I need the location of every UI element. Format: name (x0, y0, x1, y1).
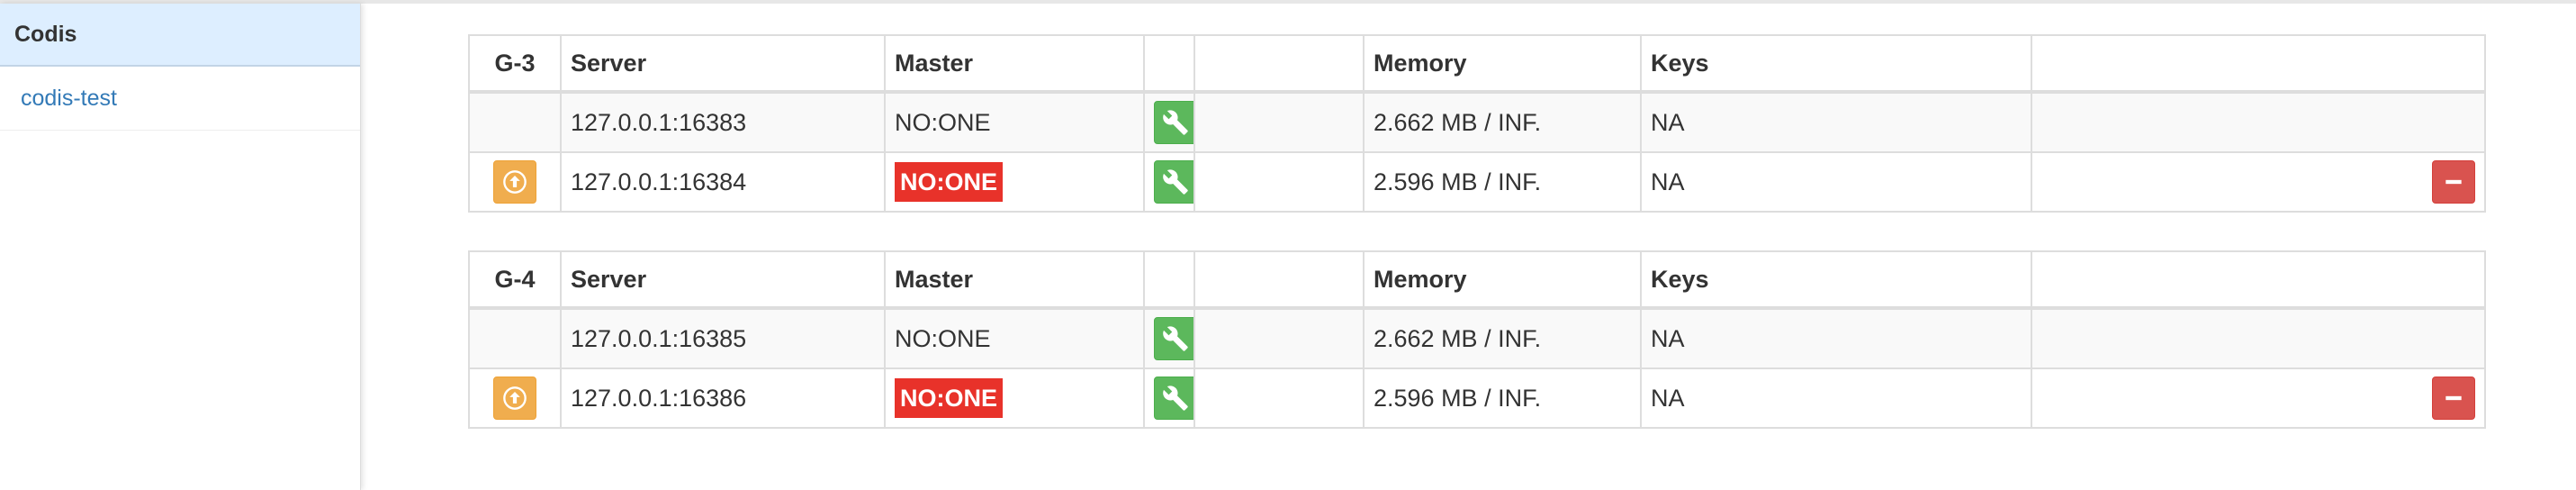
remove-cell (2031, 368, 2486, 429)
column-header-remove (2031, 34, 2486, 94)
master-cell: NO:ONE (884, 151, 1145, 213)
master-value: NO:ONE (884, 307, 1145, 369)
wrench-button[interactable] (1154, 377, 1193, 420)
top-border (0, 0, 2576, 4)
group-panel-g4: G-4 Server Master Memory Keys 127.0.0.1:… (468, 250, 2486, 429)
table-header: G-3 Server Master Memory Keys (468, 34, 2486, 94)
table-row: 127.0.0.1:16385 NO:ONE 2.662 MB / INF. N… (468, 307, 2486, 369)
column-header-remove (2031, 250, 2486, 310)
server-address: 127.0.0.1:16385 (560, 307, 886, 369)
column-header-keys: Keys (1640, 250, 2032, 310)
blank-cell (1193, 368, 1365, 429)
master-cell: NO:ONE (884, 368, 1145, 429)
remove-cell (2031, 151, 2486, 213)
wrench-icon (1163, 169, 1188, 195)
table-row: 127.0.0.1:16383 NO:ONE 2.662 MB / INF. N… (468, 91, 2486, 153)
minus-icon (2445, 179, 2462, 185)
table-row: 127.0.0.1:16384 NO:ONE 2.596 MB / INF. N… (468, 151, 2486, 213)
minus-icon (2445, 395, 2462, 401)
table-header: G-4 Server Master Memory Keys (468, 250, 2486, 310)
promote-icon (503, 386, 527, 410)
keys-value: NA (1640, 91, 2032, 153)
master-badge: NO:ONE (895, 378, 1003, 418)
table-row: 127.0.0.1:16386 NO:ONE 2.596 MB / INF. N… (468, 368, 2486, 429)
group-id: G-3 (468, 34, 562, 94)
server-address: 127.0.0.1:16383 (560, 91, 886, 153)
memory-value: 2.596 MB / INF. (1363, 151, 1642, 213)
blank-cell (1193, 151, 1365, 213)
blank-cell (1193, 307, 1365, 369)
column-header-master: Master (884, 34, 1145, 94)
group-id: G-4 (468, 250, 562, 310)
remove-server-button[interactable] (2432, 377, 2475, 420)
column-header-server: Server (560, 34, 886, 94)
column-header-blank (1193, 250, 1365, 310)
promote-cell (468, 368, 562, 429)
sidebar-item-codis-test[interactable]: codis-test (0, 67, 360, 131)
column-header-master: Master (884, 250, 1145, 310)
keys-value: NA (1640, 151, 2032, 213)
blank-cell (1193, 91, 1365, 153)
column-header-memory: Memory (1363, 250, 1642, 310)
action-cell (1143, 307, 1195, 369)
wrench-icon (1163, 326, 1188, 351)
memory-value: 2.596 MB / INF. (1363, 368, 1642, 429)
group-panel-g3: G-3 Server Master Memory Keys 127.0.0.1:… (468, 34, 2486, 213)
group-table: G-4 Server Master Memory Keys 127.0.0.1:… (468, 250, 2486, 429)
remove-server-button[interactable] (2432, 160, 2475, 204)
column-header-blank (1193, 34, 1365, 94)
promote-cell (468, 91, 562, 153)
column-header-memory: Memory (1363, 34, 1642, 94)
keys-value: NA (1640, 368, 2032, 429)
memory-value: 2.662 MB / INF. (1363, 91, 1642, 153)
memory-value: 2.662 MB / INF. (1363, 307, 1642, 369)
wrench-button[interactable] (1154, 317, 1193, 360)
server-address: 127.0.0.1:16386 (560, 368, 886, 429)
promote-button[interactable] (493, 160, 536, 204)
action-cell (1143, 151, 1195, 213)
promote-cell (468, 307, 562, 369)
promote-icon (503, 170, 527, 194)
group-table: G-3 Server Master Memory Keys 127.0.0.1:… (468, 34, 2486, 213)
server-address: 127.0.0.1:16384 (560, 151, 886, 213)
keys-value: NA (1640, 307, 2032, 369)
master-value: NO:ONE (884, 91, 1145, 153)
remove-cell (2031, 307, 2486, 369)
column-header-action (1143, 34, 1195, 94)
column-header-server: Server (560, 250, 886, 310)
master-badge: NO:ONE (895, 162, 1003, 202)
promote-button[interactable] (493, 377, 536, 420)
column-header-action (1143, 250, 1195, 310)
remove-cell (2031, 91, 2486, 153)
wrench-icon (1163, 110, 1188, 135)
wrench-button[interactable] (1154, 101, 1193, 144)
action-cell (1143, 91, 1195, 153)
column-header-keys: Keys (1640, 34, 2032, 94)
wrench-icon (1163, 386, 1188, 411)
wrench-button[interactable] (1154, 160, 1193, 204)
promote-cell (468, 151, 562, 213)
sidebar: Codis codis-test (0, 4, 361, 490)
sidebar-title: Codis (0, 4, 360, 67)
action-cell (1143, 368, 1195, 429)
